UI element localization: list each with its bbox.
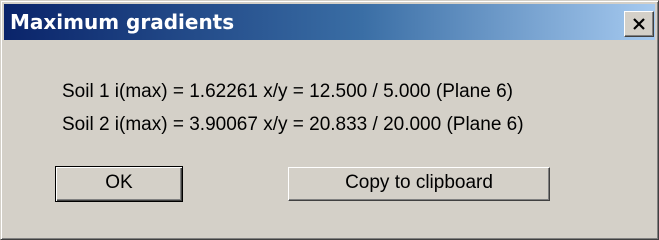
soil-1-result: Soil 1 i(max) = 1.62261 x/y = 12.500 / 5… — [62, 81, 513, 102]
close-button[interactable] — [624, 11, 654, 37]
close-icon — [633, 18, 645, 30]
copy-to-clipboard-button[interactable]: Copy to clipboard — [288, 167, 550, 201]
ok-button[interactable]: OK — [55, 166, 183, 202]
maximum-gradients-dialog: Maximum gradients Soil 1 i(max) = 1.6226… — [0, 0, 659, 240]
dialog-title: Maximum gradients — [10, 10, 235, 34]
title-bar[interactable]: Maximum gradients — [4, 4, 655, 40]
soil-2-result: Soil 2 i(max) = 3.90067 x/y = 20.833 / 2… — [62, 114, 524, 135]
